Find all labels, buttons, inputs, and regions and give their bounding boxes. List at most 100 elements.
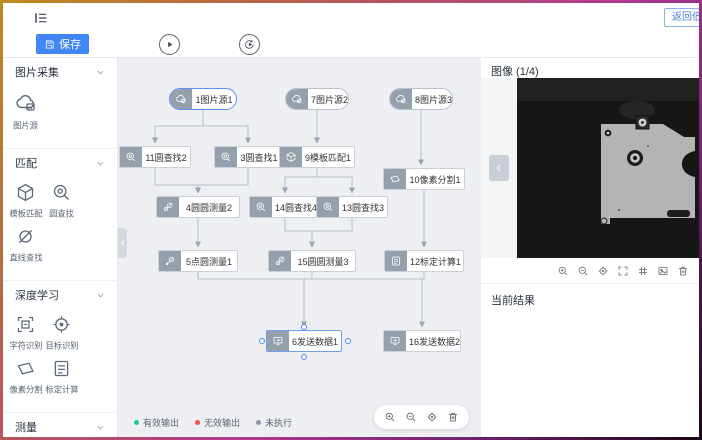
flow-node[interactable]: 8图片源3 xyxy=(389,88,453,110)
send-data-icon xyxy=(384,331,406,351)
back-to-lowcode-button[interactable]: 返回低代码 xyxy=(664,8,699,27)
collapse-sidebar-handle[interactable] xyxy=(118,228,127,258)
menu-collapse-icon[interactable] xyxy=(33,10,49,26)
tool-label: 圆查找 xyxy=(49,208,74,220)
tool-pixel-segment[interactable]: 像素分割 xyxy=(8,358,43,396)
node-handle-left[interactable] xyxy=(259,338,265,344)
flow-node[interactable]: 16发送数据2 xyxy=(383,330,461,352)
node-label: 16发送数据2 xyxy=(406,335,463,348)
chevron-down-icon xyxy=(96,68,105,77)
pixel-segment-icon xyxy=(384,169,406,189)
run-loop-button[interactable] xyxy=(239,34,260,55)
circle-find-icon xyxy=(120,147,142,167)
flow-node[interactable]: 11圆查找2 xyxy=(119,146,191,168)
node-label: 12标定计算1 xyxy=(407,255,464,268)
prev-image-button[interactable] xyxy=(489,155,509,181)
chevron-left-icon xyxy=(119,239,127,247)
calibration-calc-icon xyxy=(51,358,72,379)
trash-icon[interactable] xyxy=(447,411,459,423)
image-toolbar xyxy=(481,258,699,284)
tool-line-find[interactable]: 直线查找 xyxy=(8,226,43,264)
cube-icon xyxy=(15,182,36,203)
tool-circle-find[interactable]: 圆查找 xyxy=(44,182,79,220)
node-handle-bottom[interactable] xyxy=(301,354,307,360)
tool-label: 模板匹配 xyxy=(9,208,42,220)
flow-node[interactable]: 5点圆测量1 xyxy=(158,250,238,272)
node-label: 7图片源2 xyxy=(308,93,351,106)
save-button[interactable]: 保存 xyxy=(36,34,89,54)
flow-node[interactable]: 12标定计算1 xyxy=(384,250,464,272)
zoom-in-icon[interactable] xyxy=(384,411,396,423)
section-title: 测量 xyxy=(15,419,37,435)
node-label: 1图片源1 xyxy=(192,93,236,106)
image-viewer xyxy=(481,78,699,258)
image-icon[interactable] xyxy=(657,265,669,277)
tool-image-source[interactable]: 图片源 xyxy=(8,91,43,132)
zoom-in-icon[interactable] xyxy=(557,265,569,277)
node-label: 5点圆测量1 xyxy=(181,255,237,268)
circle-circle-measure-icon xyxy=(269,251,291,271)
section-header[interactable]: 匹配 xyxy=(3,149,117,174)
save-label: 保存 xyxy=(59,36,81,52)
tool-label: 图片源 xyxy=(13,120,38,132)
run-button[interactable] xyxy=(159,34,180,55)
node-label: 14圆查找4 xyxy=(272,201,320,214)
node-label: 9模板匹配1 xyxy=(302,151,354,164)
flow-node[interactable]: 14圆查找4 xyxy=(249,196,321,218)
legend-valid: 有效输出 xyxy=(134,416,179,429)
window-frame: 返回低代码 保存 图片采集 图片源 xyxy=(0,0,702,440)
tool-template-match[interactable]: 模板匹配 xyxy=(8,182,43,220)
chevron-left-icon xyxy=(494,163,504,173)
circle-find-icon xyxy=(215,147,237,167)
result-panel-title: 当前结果 xyxy=(481,284,699,316)
line-find-icon xyxy=(15,226,36,247)
cloud-image-icon xyxy=(286,89,308,109)
tool-object-detect[interactable]: 目标识别 xyxy=(44,314,79,352)
trash-icon[interactable] xyxy=(677,265,689,277)
section-header[interactable]: 测量 xyxy=(3,413,117,437)
circle-circle-measure-icon xyxy=(157,197,179,217)
play-loop-icon xyxy=(243,38,256,51)
node-handle-top[interactable] xyxy=(301,324,307,330)
flow-node-selected[interactable]: 6发送数据1 xyxy=(266,330,342,352)
calibration-calc-icon xyxy=(385,251,407,271)
grid-icon[interactable] xyxy=(637,265,649,277)
inspection-image xyxy=(517,78,699,258)
canvas-zoom-controls xyxy=(374,405,469,429)
section-title: 深度学习 xyxy=(15,287,59,303)
cloud-image-icon xyxy=(170,89,192,109)
flow-node[interactable]: 7图片源2 xyxy=(285,88,349,110)
flow-node[interactable]: 3圆查找1 xyxy=(214,146,282,168)
chevron-down-icon xyxy=(96,423,105,432)
send-data-icon xyxy=(267,331,289,351)
locate-icon[interactable] xyxy=(426,411,438,423)
circle-find-icon xyxy=(51,182,72,203)
tool-sidebar: 图片采集 图片源 匹配 模板匹配 xyxy=(3,58,118,437)
tool-ocr[interactable]: 字符识别 xyxy=(8,314,43,352)
main-area: 图片采集 图片源 匹配 模板匹配 xyxy=(3,58,699,437)
flow-node[interactable]: 10像素分割1 xyxy=(383,168,465,190)
flow-node[interactable]: 15圆圆测量3 xyxy=(268,250,356,272)
flow-node[interactable]: 13圆查找3 xyxy=(316,196,388,218)
section-header[interactable]: 图片采集 xyxy=(3,58,117,83)
zoom-out-icon[interactable] xyxy=(405,411,417,423)
flow-canvas[interactable]: 1图片源1 7图片源2 8图片源3 11圆查找2 3圆查找1 9模板匹配1 xyxy=(118,58,481,437)
node-handle-right[interactable] xyxy=(345,338,351,344)
ocr-frame-icon xyxy=(15,314,36,335)
cloud-image-icon xyxy=(13,91,39,115)
flow-node[interactable]: 1图片源1 xyxy=(169,88,237,110)
section-title: 匹配 xyxy=(15,155,37,171)
fullscreen-icon[interactable] xyxy=(617,265,629,277)
flow-node[interactable]: 4圆圆测量2 xyxy=(156,196,240,218)
tool-calibration-calc[interactable]: 标定计算 xyxy=(44,358,79,396)
image-panel-title: 图像 (1/4) xyxy=(481,58,699,78)
legend-invalid: 无效输出 xyxy=(195,416,240,429)
tool-label: 目标识别 xyxy=(45,340,78,352)
locate-icon[interactable] xyxy=(597,265,609,277)
section-header[interactable]: 深度学习 xyxy=(3,281,117,306)
flow-node[interactable]: 9模板匹配1 xyxy=(279,146,355,168)
zoom-out-icon[interactable] xyxy=(577,265,589,277)
section-title: 图片采集 xyxy=(15,64,59,80)
tool-label: 像素分割 xyxy=(9,384,42,396)
image-nav-strip xyxy=(481,78,517,258)
